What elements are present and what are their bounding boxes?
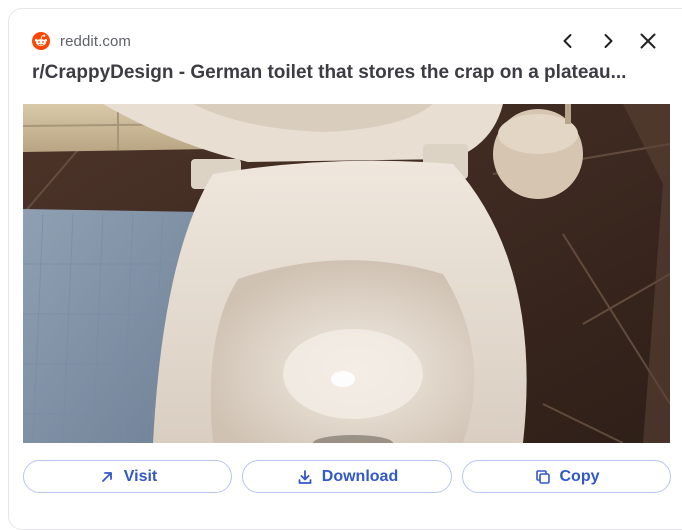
chevron-left-icon [561,33,575,49]
close-button[interactable] [636,29,660,53]
previous-button[interactable] [556,29,580,53]
copy-icon [534,468,552,486]
download-button[interactable]: Download [242,460,452,493]
visit-button[interactable]: Visit [23,460,232,493]
preview-image[interactable] [23,104,670,443]
visit-label: Visit [124,468,158,486]
next-button[interactable] [596,29,620,53]
preview-header: reddit.com r/CrappyDesign - German toile… [0,0,682,100]
close-icon [639,32,657,50]
download-icon [296,468,314,486]
download-label: Download [322,468,398,486]
source-row[interactable]: reddit.com [32,31,131,51]
chevron-right-icon [601,33,615,49]
toilet-photo [23,104,670,443]
result-title[interactable]: r/CrappyDesign - German toilet that stor… [32,62,668,84]
copy-button[interactable]: Copy [462,460,671,493]
reddit-logo-icon [32,32,50,50]
copy-label: Copy [560,468,600,486]
arrow-up-right-icon [98,468,116,486]
source-name: reddit.com [60,33,131,50]
